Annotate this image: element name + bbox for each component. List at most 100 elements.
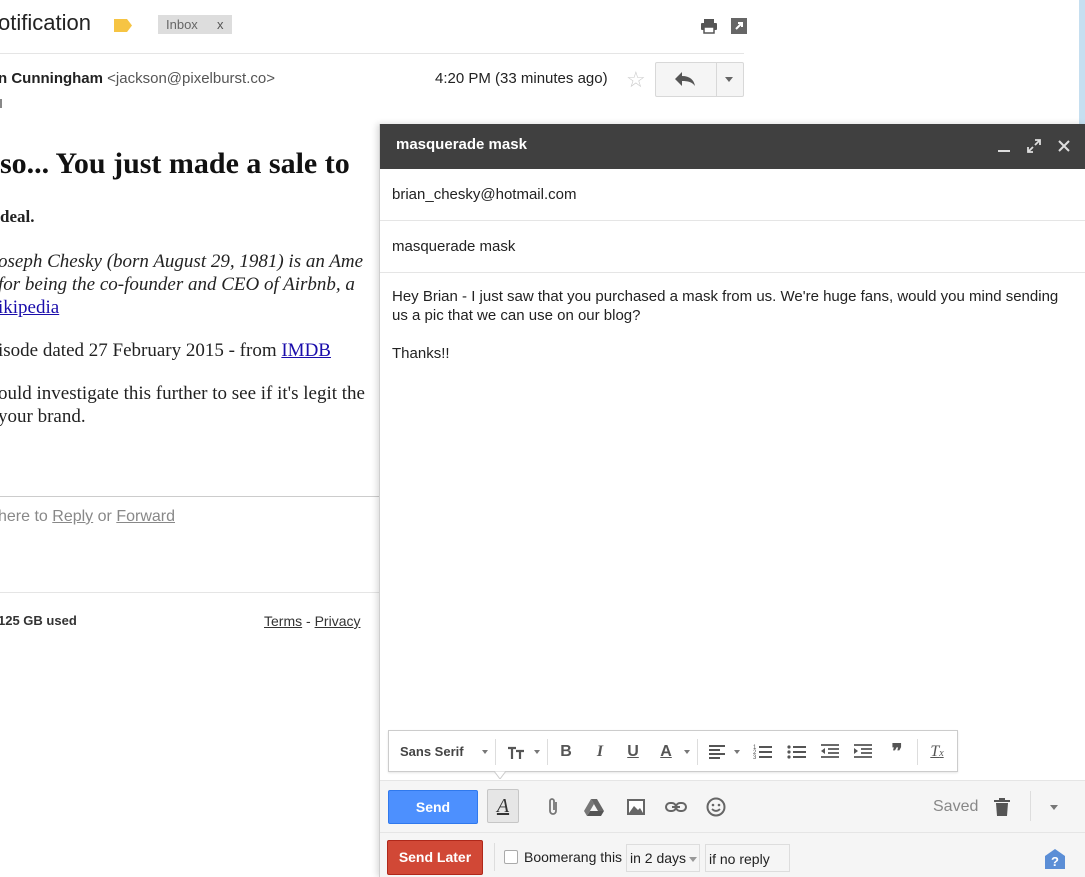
formatting-toolbar: Sans Serif B I U A 1 2 3 ❞ Tx: [388, 730, 958, 772]
storage-usage: 125 GB used: [0, 613, 77, 628]
toolbar-separator: [917, 739, 918, 765]
forward-link[interactable]: Forward: [116, 508, 175, 525]
boomerang-when-value: in 2 days: [630, 850, 687, 866]
label-tag-icon[interactable]: [114, 19, 132, 32]
email-subject: otification: [0, 10, 91, 35]
indent-less-icon[interactable]: [819, 741, 841, 763]
svg-text:?: ?: [1051, 854, 1059, 869]
boomerang-checkbox[interactable]: [504, 850, 518, 864]
star-icon[interactable]: ☆: [626, 67, 646, 93]
trash-icon[interactable]: [991, 796, 1013, 818]
help-icon[interactable]: ?: [1043, 847, 1067, 871]
boomerang-when-select[interactable]: in 2 days: [626, 844, 700, 872]
reply-divider: [716, 63, 717, 96]
subject-field[interactable]: masquerade mask: [380, 221, 1085, 273]
photo-icon[interactable]: [625, 796, 647, 818]
underline-icon[interactable]: U: [622, 741, 644, 763]
boomerang-condition-value: if no reply: [709, 851, 770, 867]
reply-prompt-prefix: here to: [0, 508, 48, 525]
email-headline: so... You just made a sale to: [0, 147, 350, 180]
font-family-select[interactable]: Sans Serif: [400, 744, 464, 759]
remove-formatting-icon[interactable]: Tx: [926, 741, 948, 763]
more-options-caret-icon[interactable]: [1050, 805, 1058, 810]
boomerang-bar: Send Later Boomerang this in 2 days if n…: [380, 832, 1085, 877]
font-size-icon[interactable]: [506, 741, 528, 763]
italic-icon[interactable]: I: [589, 741, 611, 763]
episode-text: isode dated 27 February 2015 - from: [0, 340, 277, 361]
to-field[interactable]: brian_chesky@hotmail.com: [380, 169, 1085, 221]
footer-separator: -: [306, 613, 311, 629]
more-actions-caret-icon[interactable]: [725, 77, 733, 82]
footer-links: Terms - Privacy: [264, 613, 360, 629]
boomerang-separator: [494, 843, 495, 871]
text-color-caret-icon[interactable]: [684, 750, 690, 754]
sender-name: n Cunningham: [0, 70, 103, 87]
sender-email: <jackson@pixelburst.co>: [107, 70, 275, 87]
font-family-caret-icon[interactable]: [482, 750, 488, 754]
action-bar-separator: [1030, 791, 1031, 821]
send-button[interactable]: Send: [388, 790, 478, 824]
imdb-link[interactable]: IMDB: [281, 340, 331, 361]
compose-body[interactable]: Hey Brian - I just saw that you purchase…: [392, 287, 1072, 382]
reply-or-text: or: [97, 508, 112, 525]
reply-divider-line: [0, 496, 380, 497]
boomerang-when-caret-icon: [689, 857, 697, 862]
wikipedia-link[interactable]: ikipedia: [0, 297, 59, 318]
reply-prompt[interactable]: here to Reply or Forward: [0, 508, 175, 526]
remove-label-button[interactable]: x: [217, 17, 224, 32]
wiki-line: ikipedia: [0, 297, 59, 319]
reply-button[interactable]: [655, 62, 744, 97]
inbox-label-chip[interactable]: Inbox x: [158, 15, 232, 34]
quote-icon[interactable]: ❞: [886, 741, 908, 763]
send-later-button[interactable]: Send Later: [387, 840, 483, 875]
inbox-label-text: Inbox: [166, 17, 198, 32]
toolbar-separator: [547, 739, 548, 765]
formatting-options-button[interactable]: A: [487, 789, 519, 823]
header-divider: [0, 53, 744, 54]
subject-input[interactable]: masquerade mask: [392, 238, 515, 255]
close-icon[interactable]: [1056, 138, 1072, 154]
minimize-icon[interactable]: [996, 138, 1012, 154]
email-deal-text: deal.: [0, 207, 35, 226]
align-icon[interactable]: [706, 741, 728, 763]
open-new-window-icon[interactable]: [730, 17, 748, 35]
sender-line: n Cunningham <jackson@pixelburst.co>: [0, 70, 275, 87]
bio-line-2: for being the co-founder and CEO of Airb…: [0, 274, 355, 295]
privacy-link[interactable]: Privacy: [315, 613, 361, 629]
print-icon[interactable]: [700, 17, 718, 35]
saved-status: Saved: [933, 798, 979, 815]
terms-link[interactable]: Terms: [264, 613, 302, 629]
indent-more-icon[interactable]: [852, 741, 874, 763]
align-caret-icon[interactable]: [734, 750, 740, 754]
compose-title-bar[interactable]: masquerade mask: [380, 124, 1085, 169]
drive-icon[interactable]: [583, 796, 605, 818]
toolbar-pointer: [494, 771, 506, 779]
toolbar-separator: [495, 739, 496, 765]
compose-title: masquerade mask: [396, 136, 527, 153]
reply-link[interactable]: Reply: [52, 508, 93, 525]
details-marker: [0, 99, 2, 108]
body-paragraph: Hey Brian - I just saw that you purchase…: [392, 288, 1059, 324]
boomerang-label: Boomerang this: [524, 849, 623, 865]
reply-icon: [675, 72, 695, 86]
font-size-caret-icon[interactable]: [534, 750, 540, 754]
svg-text:3: 3: [753, 755, 757, 761]
bulleted-list-icon[interactable]: [786, 741, 808, 763]
expand-icon[interactable]: [1026, 138, 1042, 154]
text-color-icon[interactable]: A: [655, 741, 677, 763]
compose-window: masquerade mask brian_chesky@hotmail.com…: [379, 124, 1085, 877]
footer-divider: [0, 592, 380, 593]
emoji-icon[interactable]: [705, 796, 727, 818]
email-timestamp: 4:20 PM (33 minutes ago): [435, 70, 608, 87]
link-icon[interactable]: [665, 796, 687, 818]
boomerang-condition-select[interactable]: if no reply: [705, 844, 790, 872]
attach-icon[interactable]: [542, 796, 564, 818]
investigate-line-1: ould investigate this further to see if …: [0, 383, 365, 404]
bold-icon[interactable]: B: [555, 741, 577, 763]
body-paragraph: Thanks!!: [392, 345, 450, 362]
compose-action-bar: Send A Saved: [380, 780, 1085, 832]
numbered-list-icon[interactable]: 1 2 3: [752, 741, 774, 763]
to-recipient[interactable]: brian_chesky@hotmail.com: [392, 186, 576, 203]
episode-line: isode dated 27 February 2015 - from IMDB: [0, 340, 331, 362]
toolbar-separator: [697, 739, 698, 765]
